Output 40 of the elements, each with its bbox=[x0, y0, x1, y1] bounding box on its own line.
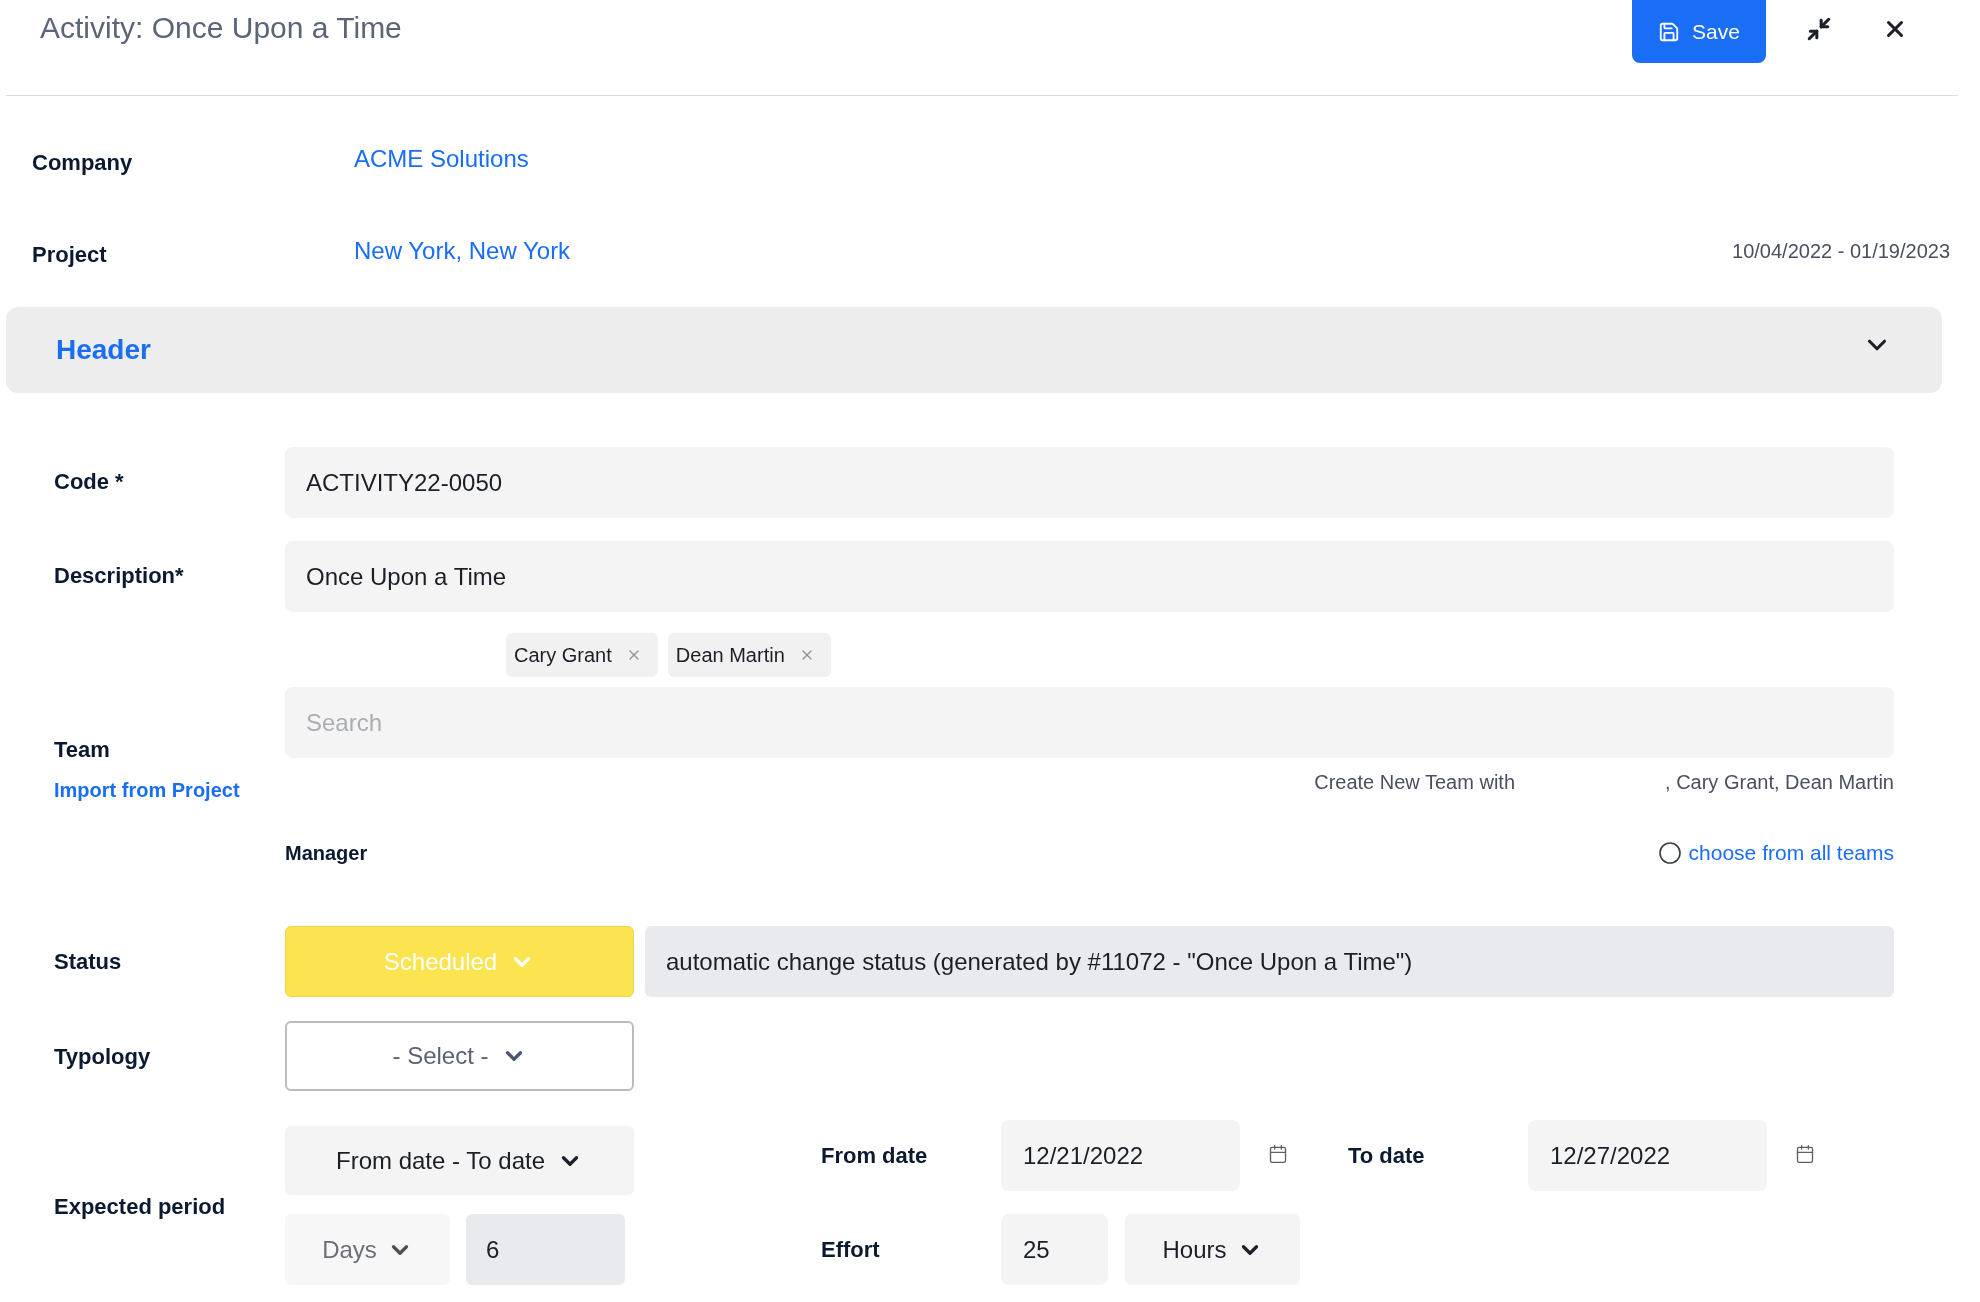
to-date-label: To date bbox=[1348, 1142, 1426, 1170]
effort-label: Effort bbox=[821, 1236, 881, 1264]
member-name: Dean Martin bbox=[675, 643, 785, 668]
calendar-icon[interactable] bbox=[1795, 1143, 1815, 1164]
create-team-members[interactable]: , Cary Grant, Dean Martin bbox=[1665, 767, 1894, 797]
description-input[interactable]: Once Upon a Time bbox=[285, 541, 1894, 612]
choose-all-teams-link[interactable]: choose from all teams bbox=[1688, 837, 1894, 869]
to-date-input[interactable]: 12/27/2022 bbox=[1528, 1120, 1767, 1191]
from-date-input[interactable]: 12/21/2022 bbox=[1001, 1120, 1240, 1191]
save-icon bbox=[1658, 20, 1681, 43]
manager-label: Manager bbox=[285, 841, 368, 866]
from-date-label: From date bbox=[821, 1142, 929, 1170]
code-label: Code * bbox=[54, 468, 125, 496]
create-team-text[interactable]: Create New Team with bbox=[1314, 767, 1516, 797]
project-label: Project bbox=[32, 240, 108, 269]
project-link[interactable]: New York, New York bbox=[354, 233, 571, 269]
calendar-icon[interactable] bbox=[1268, 1143, 1288, 1164]
duration-input[interactable]: 6 bbox=[466, 1214, 625, 1285]
section-header[interactable]: Header bbox=[6, 307, 1942, 393]
window-title: Activity: Once Upon a Time bbox=[40, 10, 402, 46]
company-link[interactable]: ACME Solutions bbox=[354, 141, 529, 177]
expected-period-label: Expected period bbox=[54, 1193, 227, 1221]
effort-unit-dropdown[interactable]: Hours bbox=[1125, 1214, 1300, 1285]
typology-label: Typology bbox=[54, 1042, 152, 1071]
project-date-range: 10/04/2022 - 01/19/2023 bbox=[1732, 239, 1950, 264]
status-label: Status bbox=[54, 948, 123, 976]
team-search-input[interactable]: Search bbox=[285, 687, 1894, 758]
member-name: Cary Grant bbox=[514, 643, 612, 668]
import-from-project-link[interactable]: Import from Project bbox=[54, 775, 285, 805]
period-mode-dropdown[interactable]: From date - To date bbox=[285, 1126, 634, 1195]
effort-input[interactable]: 25 bbox=[1001, 1214, 1108, 1285]
radio-button[interactable] bbox=[1658, 842, 1681, 864]
status-note: automatic change status (generated by #11072 - "Once Upon a Time") bbox=[645, 926, 1894, 997]
minimize-icon bbox=[1806, 16, 1832, 42]
typology-select[interactable]: - Select - bbox=[285, 1021, 634, 1091]
code-input[interactable]: ACTIVITY22-0050 bbox=[285, 447, 1894, 518]
company-label: Company bbox=[32, 148, 134, 177]
team-label: Team bbox=[54, 737, 111, 763]
save-button[interactable]: Save bbox=[1632, 0, 1766, 63]
description-label: Description* bbox=[54, 562, 185, 590]
